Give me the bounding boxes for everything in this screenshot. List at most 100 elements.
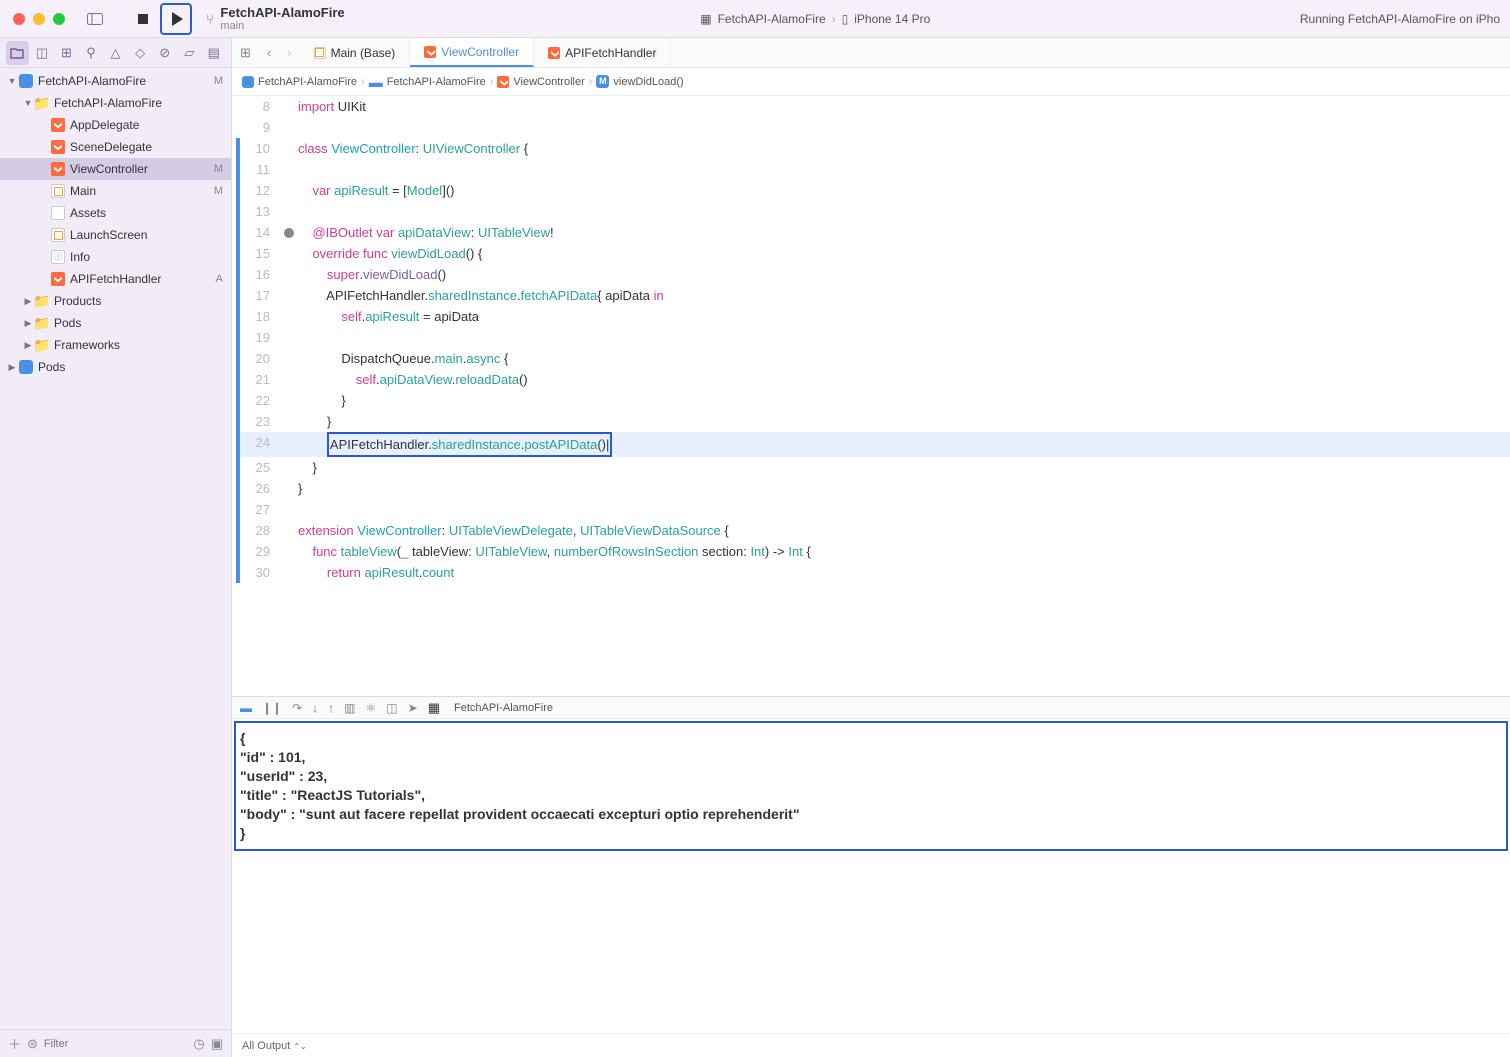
gutter[interactable] bbox=[280, 541, 298, 562]
code-text[interactable]: APIFetchHandler.sharedInstance.postAPIDa… bbox=[298, 432, 612, 457]
tree-row[interactable]: ▼📁FetchAPI-AlamoFire bbox=[0, 92, 231, 114]
tree-row[interactable]: ViewControllerM bbox=[0, 158, 231, 180]
gutter[interactable] bbox=[280, 562, 298, 583]
gutter[interactable] bbox=[280, 390, 298, 411]
tree-row[interactable]: ▶Pods bbox=[0, 356, 231, 378]
tree-row[interactable]: ▶📁Pods bbox=[0, 312, 231, 334]
issue-navigator-icon[interactable]: △ bbox=[104, 41, 127, 65]
gutter[interactable] bbox=[280, 348, 298, 369]
symbol-navigator-icon[interactable]: ⊞ bbox=[55, 41, 78, 65]
code-line[interactable]: 28extension ViewController: UITableViewD… bbox=[236, 520, 1510, 541]
code-text[interactable]: } bbox=[298, 457, 317, 478]
process-name[interactable]: FetchAPI-AlamoFire bbox=[454, 702, 553, 714]
pause-icon[interactable]: ❙❙ bbox=[262, 701, 282, 715]
gutter[interactable] bbox=[280, 327, 298, 348]
code-line[interactable]: 16 super.viewDidLoad() bbox=[236, 264, 1510, 285]
zoom-window-button[interactable] bbox=[53, 13, 65, 25]
stop-button[interactable] bbox=[132, 8, 154, 30]
code-text[interactable]: } bbox=[298, 390, 346, 411]
code-line[interactable]: 11 bbox=[236, 159, 1510, 180]
gutter[interactable] bbox=[280, 138, 298, 159]
tree-row[interactable]: ▶📁Products bbox=[0, 290, 231, 312]
env-overrides-icon[interactable]: ◫ bbox=[386, 701, 397, 715]
code-line[interactable]: 8import UIKit bbox=[236, 96, 1510, 117]
tree-row[interactable]: ⓘInfo bbox=[0, 246, 231, 268]
outlet-connection-icon[interactable] bbox=[284, 228, 294, 238]
code-text[interactable]: extension ViewController: UITableViewDel… bbox=[298, 520, 729, 541]
step-into-icon[interactable]: ↓ bbox=[312, 701, 318, 715]
code-text[interactable]: self.apiResult = apiData bbox=[298, 306, 479, 327]
tree-row[interactable]: SceneDelegate bbox=[0, 136, 231, 158]
code-line[interactable]: 23 } bbox=[236, 411, 1510, 432]
gutter[interactable] bbox=[280, 306, 298, 327]
code-line[interactable]: 9 bbox=[236, 117, 1510, 138]
breakpoints-toggle-icon[interactable]: ▬ bbox=[240, 701, 252, 715]
code-text[interactable]: } bbox=[298, 478, 302, 499]
code-line[interactable]: 18 self.apiResult = apiData bbox=[236, 306, 1510, 327]
project-tree[interactable]: ▼FetchAPI-AlamoFireM▼📁FetchAPI-AlamoFire… bbox=[0, 68, 231, 1029]
tree-row[interactable]: LaunchScreen bbox=[0, 224, 231, 246]
gutter[interactable] bbox=[280, 499, 298, 520]
output-filter[interactable]: All Output⌃⌄ bbox=[242, 1040, 307, 1052]
code-line[interactable]: 24 APIFetchHandler.sharedInstance.postAP… bbox=[236, 432, 1510, 457]
code-line[interactable]: 27 bbox=[236, 499, 1510, 520]
code-line[interactable]: 22 } bbox=[236, 390, 1510, 411]
memory-graph-icon[interactable]: ⚛ bbox=[366, 701, 377, 715]
code-text[interactable]: DispatchQueue.main.async { bbox=[298, 348, 508, 369]
source-control-navigator-icon[interactable]: ◫ bbox=[31, 41, 54, 65]
gutter[interactable] bbox=[280, 201, 298, 222]
gutter[interactable] bbox=[280, 432, 298, 457]
location-icon[interactable]: ➤ bbox=[408, 701, 418, 715]
code-line[interactable]: 15 override func viewDidLoad() { bbox=[236, 243, 1510, 264]
gutter[interactable] bbox=[280, 478, 298, 499]
code-text[interactable]: override func viewDidLoad() { bbox=[298, 243, 482, 264]
code-line[interactable]: 14 @IBOutlet var apiDataView: UITableVie… bbox=[236, 222, 1510, 243]
breakpoint-navigator-icon[interactable]: ▱ bbox=[178, 41, 201, 65]
crumb-folder[interactable]: FetchAPI-AlamoFire bbox=[387, 76, 486, 88]
gutter[interactable] bbox=[280, 159, 298, 180]
tree-row[interactable]: ▶📁Frameworks bbox=[0, 334, 231, 356]
code-line[interactable]: 12 var apiResult = [Model]() bbox=[236, 180, 1510, 201]
run-destination[interactable]: ▦ FetchAPI-AlamoFire › ▯ iPhone 14 Pro bbox=[700, 12, 944, 26]
crumb-file[interactable]: ViewController bbox=[513, 76, 584, 88]
tree-row[interactable]: ▼FetchAPI-AlamoFireM bbox=[0, 70, 231, 92]
gutter[interactable] bbox=[280, 411, 298, 432]
disclosure-icon[interactable]: ▼ bbox=[6, 76, 18, 86]
gutter[interactable] bbox=[280, 264, 298, 285]
editor-tab[interactable]: APIFetchHandler bbox=[534, 38, 671, 67]
tree-row[interactable]: APIFetchHandlerA bbox=[0, 268, 231, 290]
view-debug-icon[interactable]: ▥ bbox=[344, 701, 355, 715]
crumb-project[interactable]: FetchAPI-AlamoFire bbox=[258, 76, 357, 88]
gutter[interactable] bbox=[280, 520, 298, 541]
disclosure-icon[interactable]: ▶ bbox=[22, 296, 34, 307]
editor-tab[interactable]: ViewController bbox=[410, 38, 534, 67]
code-line[interactable]: 20 DispatchQueue.main.async { bbox=[236, 348, 1510, 369]
code-text[interactable]: } bbox=[298, 411, 331, 432]
code-line[interactable]: 25 } bbox=[236, 457, 1510, 478]
code-line[interactable]: 13 bbox=[236, 201, 1510, 222]
step-out-icon[interactable]: ↑ bbox=[328, 701, 334, 715]
disclosure-icon[interactable]: ▶ bbox=[6, 362, 18, 373]
scheme-selector[interactable]: ⑂ FetchAPI-AlamoFire main bbox=[206, 5, 345, 32]
code-line[interactable]: 17 APIFetchHandler.sharedInstance.fetchA… bbox=[236, 285, 1510, 306]
step-over-icon[interactable]: ↷ bbox=[292, 701, 302, 715]
sidebar-toggle-icon[interactable] bbox=[84, 8, 106, 30]
debug-navigator-icon[interactable]: ⊘ bbox=[153, 41, 176, 65]
code-line[interactable]: 30 return apiResult.count bbox=[236, 562, 1510, 583]
code-text[interactable]: return apiResult.count bbox=[298, 562, 454, 583]
code-line[interactable]: 29 func tableView(_ tableView: UITableVi… bbox=[236, 541, 1510, 562]
disclosure-icon[interactable]: ▶ bbox=[22, 340, 34, 351]
gutter[interactable] bbox=[280, 96, 298, 117]
project-navigator-icon[interactable] bbox=[6, 41, 29, 65]
code-line[interactable]: 26} bbox=[236, 478, 1510, 499]
disclosure-icon[interactable]: ▶ bbox=[22, 318, 34, 329]
code-line[interactable]: 21 self.apiDataView.reloadData() bbox=[236, 369, 1510, 390]
code-text[interactable]: super.viewDidLoad() bbox=[298, 264, 446, 285]
code-text[interactable]: class ViewController: UIViewController { bbox=[298, 138, 528, 159]
code-text[interactable]: import UIKit bbox=[298, 96, 366, 117]
tree-row[interactable]: Assets bbox=[0, 202, 231, 224]
report-navigator-icon[interactable]: ▤ bbox=[203, 41, 226, 65]
tree-row[interactable]: MainM bbox=[0, 180, 231, 202]
forward-button[interactable]: › bbox=[279, 38, 299, 67]
minimize-window-button[interactable] bbox=[33, 13, 45, 25]
